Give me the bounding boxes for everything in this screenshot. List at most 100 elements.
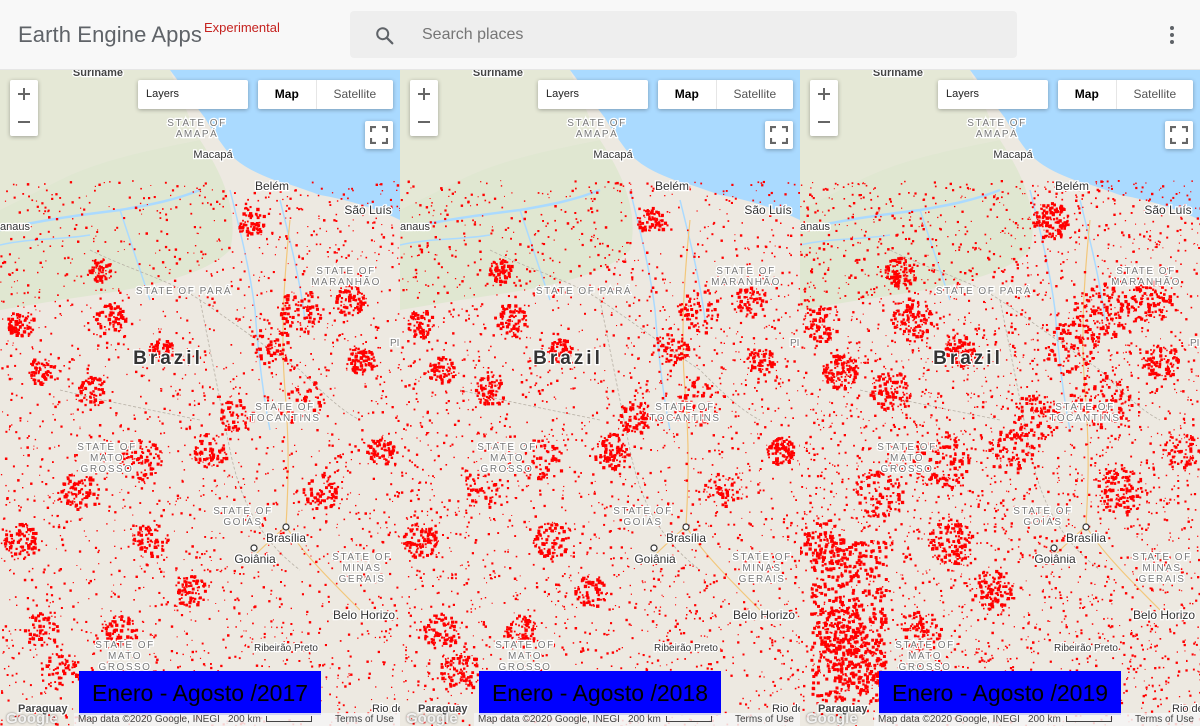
deforestation-pixel bbox=[325, 513, 328, 516]
deforestation-pixel bbox=[23, 454, 25, 456]
deforestation-pixel bbox=[215, 486, 217, 488]
deforestation-pixel bbox=[327, 432, 329, 434]
deforestation-pixel bbox=[318, 590, 321, 593]
deforestation-pixel bbox=[325, 375, 328, 377]
deforestation-pixel bbox=[70, 433, 73, 436]
deforestation-pixel bbox=[438, 326, 439, 328]
search-input[interactable] bbox=[406, 11, 1006, 58]
deforestation-pixel bbox=[340, 297, 344, 300]
search-icon[interactable] bbox=[374, 25, 396, 47]
layers-dropdown[interactable]: Layers bbox=[138, 80, 248, 109]
deforestation-pixel bbox=[349, 304, 352, 307]
deforestation-pixel bbox=[319, 489, 321, 491]
deforestation-pixel bbox=[365, 341, 367, 343]
deforestation-pixel bbox=[494, 572, 496, 574]
deforestation-pixel bbox=[221, 569, 223, 571]
deforestation-pixel bbox=[194, 446, 198, 449]
deforestation-pixel bbox=[347, 197, 349, 200]
deforestation-pixel bbox=[499, 658, 502, 660]
deforestation-pixel bbox=[177, 497, 179, 500]
deforestation-pixel bbox=[394, 462, 397, 466]
deforestation-pixel bbox=[279, 350, 282, 353]
deforestation-pixel bbox=[263, 636, 266, 639]
deforestation-pixel bbox=[501, 484, 504, 487]
zoom-in-button[interactable] bbox=[10, 80, 38, 108]
map-canvas[interactable]: SurinameSTATE OF AMAPÁMacapáBelémSão Luís… bbox=[400, 70, 800, 726]
deforestation-pixel bbox=[351, 187, 353, 190]
deforestation-pixel bbox=[359, 307, 362, 311]
deforestation-pixel bbox=[48, 622, 51, 625]
deforestation-pixel bbox=[79, 426, 81, 428]
deforestation-pixel bbox=[239, 404, 243, 407]
map-type-map-button[interactable]: Map bbox=[258, 80, 316, 109]
deforestation-pixel bbox=[127, 491, 130, 494]
deforestation-pixel bbox=[41, 202, 44, 205]
fullscreen-button[interactable] bbox=[365, 121, 393, 149]
deforestation-pixel bbox=[467, 457, 469, 459]
deforestation-pixel bbox=[319, 314, 322, 317]
deforestation-pixel bbox=[201, 202, 204, 205]
deforestation-pixel bbox=[482, 366, 485, 369]
deforestation-pixel bbox=[255, 227, 259, 231]
deforestation-pixel bbox=[346, 363, 349, 366]
more-vert-icon[interactable] bbox=[1163, 23, 1181, 47]
deforestation-pixel bbox=[460, 621, 463, 624]
deforestation-pixel bbox=[26, 498, 29, 501]
deforestation-pixel bbox=[93, 401, 96, 404]
deforestation-pixel bbox=[373, 359, 376, 362]
deforestation-pixel bbox=[143, 481, 146, 483]
deforestation-pixel bbox=[299, 393, 301, 396]
deforestation-pixel bbox=[464, 236, 466, 238]
deforestation-pixel bbox=[212, 388, 214, 390]
deforestation-pixel bbox=[195, 556, 198, 559]
deforestation-pixel bbox=[565, 592, 568, 594]
deforestation-pixel bbox=[30, 362, 33, 365]
deforestation-pixel bbox=[46, 374, 49, 377]
deforestation-pixel bbox=[91, 266, 94, 269]
deforestation-pixel bbox=[354, 706, 356, 708]
deforestation-pixel bbox=[602, 297, 605, 299]
deforestation-pixel bbox=[795, 564, 797, 566]
deforestation-pixel bbox=[459, 533, 462, 536]
map-panel-2017[interactable]: Suriname STATE OF AMAPÁ Macapá Belém São Luís… bbox=[0, 70, 400, 726]
deforestation-pixel bbox=[188, 332, 191, 334]
map-label-maranhao: STATE OF MARANHÃO bbox=[311, 266, 381, 288]
deforestation-pixel bbox=[358, 493, 360, 495]
deforestation-pixel bbox=[156, 529, 159, 532]
deforestation-pixel bbox=[213, 220, 215, 222]
deforestation-pixel bbox=[246, 417, 249, 420]
deforestation-pixel bbox=[56, 673, 59, 675]
deforestation-pixel bbox=[224, 456, 229, 461]
deforestation-pixel bbox=[605, 461, 608, 463]
deforestation-pixel bbox=[262, 226, 265, 228]
deforestation-pixel bbox=[734, 415, 737, 418]
deforestation-pixel bbox=[62, 669, 66, 673]
deforestation-pixel bbox=[240, 413, 244, 416]
deforestation-pixel bbox=[104, 241, 107, 243]
deforestation-pixel bbox=[429, 221, 432, 224]
deforestation-pixel bbox=[533, 455, 536, 458]
map-type-satellite-button[interactable]: Satellite bbox=[315, 80, 393, 109]
deforestation-pixel bbox=[34, 586, 38, 589]
deforestation-pixel bbox=[433, 300, 435, 303]
deforestation-pixel bbox=[307, 325, 309, 327]
deforestation-pixel bbox=[148, 197, 151, 200]
deforestation-pixel bbox=[81, 517, 83, 519]
deforestation-pixel bbox=[234, 192, 236, 194]
deforestation-pixel bbox=[282, 484, 285, 487]
deforestation-pixel bbox=[705, 522, 707, 525]
map-canvas[interactable]: SurinameSTATE OF AMAPÁMacapáBelémSão Luís… bbox=[0, 70, 400, 726]
deforestation-pixel bbox=[673, 581, 675, 583]
zoom-out-button[interactable] bbox=[10, 108, 38, 136]
deforestation-pixel bbox=[48, 683, 51, 686]
deforestation-pixel bbox=[319, 409, 321, 411]
deforestation-pixel bbox=[197, 593, 200, 595]
deforestation-pixel bbox=[344, 240, 347, 243]
deforestation-pixel bbox=[498, 574, 501, 578]
deforestation-pixel bbox=[351, 349, 354, 352]
map-panel-2018[interactable]: Suriname STATE OF AMAPÁ Macapá Belém São Luís… bbox=[400, 70, 800, 726]
terms-link[interactable]: Terms of Use bbox=[335, 713, 394, 726]
deforestation-pixel bbox=[336, 252, 338, 254]
deforestation-pixel bbox=[96, 530, 98, 532]
deforestation-pixel bbox=[84, 403, 87, 407]
